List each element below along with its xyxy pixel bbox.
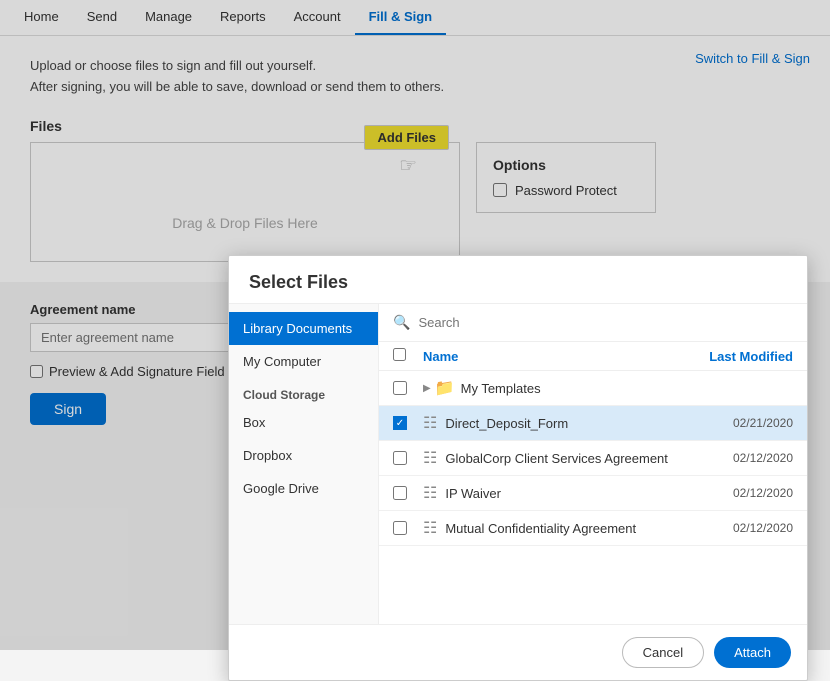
file-date: 02/21/2020 xyxy=(693,416,793,430)
sidebar-item-box[interactable]: Box xyxy=(229,406,378,439)
sidebar-item-my-computer[interactable]: My Computer xyxy=(229,345,378,378)
file-date: 02/12/2020 xyxy=(693,521,793,535)
modal-sidebar: Library Documents My Computer Cloud Stor… xyxy=(229,304,379,624)
table-row[interactable]: ☷ IP Waiver 02/12/2020 xyxy=(379,476,807,511)
file-checked-box[interactable]: ✓ xyxy=(393,416,407,430)
sidebar-item-google-drive[interactable]: Google Drive xyxy=(229,472,378,505)
modal-body: Library Documents My Computer Cloud Stor… xyxy=(229,304,807,624)
select-files-modal: Select Files Library Documents My Comput… xyxy=(228,255,808,681)
file-checkbox[interactable] xyxy=(393,521,407,535)
file-table-header: Name Last Modified xyxy=(379,342,807,371)
sidebar-item-library-documents[interactable]: Library Documents xyxy=(229,312,378,345)
expand-icon: ▶ xyxy=(423,383,431,394)
file-date: 02/12/2020 xyxy=(693,451,793,465)
search-bar: 🔍 xyxy=(379,304,807,342)
file-name: Mutual Confidentiality Agreement xyxy=(445,521,693,536)
modal-main: 🔍 Name Last Modified xyxy=(379,304,807,624)
folder-icon: 📁 xyxy=(435,378,455,398)
sidebar-item-dropbox[interactable]: Dropbox xyxy=(229,439,378,472)
cancel-button[interactable]: Cancel xyxy=(622,637,704,668)
modal-title: Select Files xyxy=(229,256,807,304)
col-date-header: Last Modified xyxy=(693,349,793,364)
file-icon: ☷ xyxy=(423,413,437,433)
folder-checkbox[interactable] xyxy=(393,381,407,395)
file-name: GlobalCorp Client Services Agreement xyxy=(445,451,693,466)
file-date: 02/12/2020 xyxy=(693,486,793,500)
attach-button[interactable]: Attach xyxy=(714,637,791,668)
file-checkbox[interactable] xyxy=(393,486,407,500)
search-input[interactable] xyxy=(418,315,793,330)
table-row[interactable]: ▶ 📁 My Templates xyxy=(379,371,807,406)
col-name-header: Name xyxy=(423,349,693,364)
file-icon: ☷ xyxy=(423,518,437,538)
file-icon: ☷ xyxy=(423,483,437,503)
folder-name: My Templates xyxy=(461,381,693,396)
file-name: IP Waiver xyxy=(445,486,693,501)
table-row[interactable]: ✓ ☷ Direct_Deposit_Form 02/21/2020 xyxy=(379,406,807,441)
file-table: Name Last Modified ▶ 📁 My Templates xyxy=(379,342,807,624)
table-row[interactable]: ☷ GlobalCorp Client Services Agreement 0… xyxy=(379,441,807,476)
modal-footer: Cancel Attach xyxy=(229,624,807,680)
cloud-storage-label: Cloud Storage xyxy=(229,378,378,406)
select-all-checkbox[interactable] xyxy=(393,348,406,361)
file-checkbox[interactable] xyxy=(393,451,407,465)
search-icon: 🔍 xyxy=(393,314,410,331)
file-icon: ☷ xyxy=(423,448,437,468)
table-row[interactable]: ☷ Mutual Confidentiality Agreement 02/12… xyxy=(379,511,807,546)
file-name: Direct_Deposit_Form xyxy=(445,416,693,431)
